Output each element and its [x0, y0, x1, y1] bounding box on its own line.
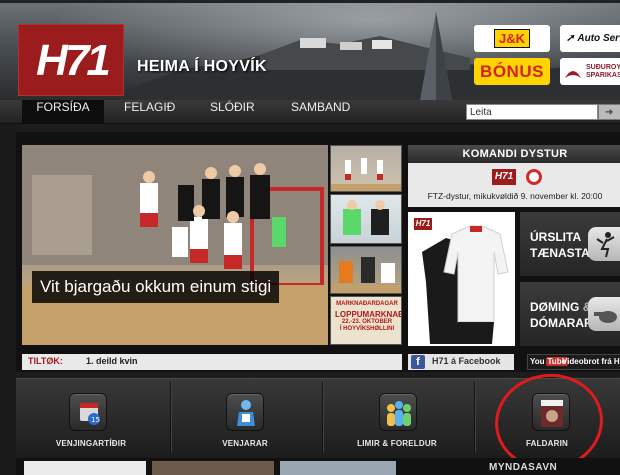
- match-teams: H71: [492, 169, 552, 187]
- whistle-icon: [588, 297, 620, 331]
- svg-text:15: 15: [91, 416, 100, 424]
- facebook-link[interactable]: f H71 á Facebook: [408, 354, 514, 370]
- photo-gallery-heading[interactable]: MYNDASAVN: [489, 462, 557, 473]
- quicklink-label: VENJINGARTÍÐIR: [55, 439, 127, 448]
- ad-line-2: LOPPUMARKNAÐUR: [335, 310, 401, 319]
- sponsor-spar-line1: SUÐUROYA: [586, 63, 620, 71]
- facebook-icon: f: [411, 355, 425, 369]
- match-info: FTZ-dystur, mikukvøldið 9. november kl. …: [427, 191, 603, 201]
- nav-item-samband[interactable]: SAMBAND: [291, 100, 350, 124]
- site-title: HEIMA Í HOYVÍK: [137, 58, 267, 75]
- results-service-panel[interactable]: ÚRSLITA TÆNASTAN: [520, 212, 620, 276]
- quicklink-venjarar[interactable]: VENJARAR: [170, 378, 322, 456]
- handball-player-icon: [588, 227, 620, 261]
- news-ticker: TILTØK: 1. deild kvin: [22, 354, 402, 370]
- featured-slideshow[interactable]: Vit bjargaðu okkum einum stigi: [22, 145, 328, 345]
- slide-caption[interactable]: Vit bjargaðu okkum einum stigi: [32, 271, 280, 303]
- facebook-label: H71 á Facebook: [432, 356, 501, 366]
- site-logo[interactable]: H71: [18, 24, 124, 96]
- ticker-label: TILTØK:: [28, 356, 63, 366]
- sponsor-auto-text: Auto Servic: [577, 33, 620, 44]
- refereeing-line-2: DÓMARAR: [530, 316, 593, 330]
- tracksuit-image: [422, 225, 509, 344]
- bottom-thumbnail-1[interactable]: [24, 461, 146, 475]
- youtube-link[interactable]: You Tube Videobrot frá H7: [527, 354, 620, 370]
- site-header: H71 HEIMA Í HOYVÍK J&K ➚ Auto Servic BÓN…: [0, 0, 620, 100]
- search-button[interactable]: ➜: [598, 104, 620, 120]
- handball-photo: [22, 145, 328, 345]
- youtube-label: Videobrot frá H7: [562, 357, 620, 366]
- sponsor-bonus-text: BÓNUS: [480, 61, 544, 81]
- members-icon: [379, 393, 417, 431]
- sparikassi-mark-icon: [564, 64, 582, 80]
- slideshow-thumbnail-4[interactable]: MARKNAÐARDAGAR LOPPUMARKNAÐUR 22.-23. OK…: [330, 296, 402, 345]
- ad-line-3: 22.-23. OKTOBER: [341, 319, 393, 325]
- away-team-badge-icon: [526, 169, 542, 185]
- kit-badge: H71: [414, 218, 432, 230]
- ticker-text[interactable]: 1. deild kvin: [86, 356, 138, 366]
- results-line-1: ÚRSLITA: [530, 230, 582, 244]
- slideshow-thumbnail-1[interactable]: [330, 145, 402, 192]
- nav-item-slodir[interactable]: SLÓÐIR: [210, 100, 255, 124]
- quicklink-limir-foreldur[interactable]: LIMIR & FORELDUR: [322, 378, 474, 456]
- upcoming-match-title: KOMANDI DYSTUR: [408, 145, 620, 163]
- logo-text: H71: [36, 36, 111, 85]
- quicklink-label: VENJARAR: [222, 439, 268, 448]
- slideshow-thumbnail-3[interactable]: [330, 246, 402, 294]
- slideshow-thumbnail-2[interactable]: [330, 194, 402, 244]
- coach-icon: [226, 393, 264, 431]
- upcoming-match-box[interactable]: KOMANDI DYSTUR H71 FTZ-dystur, mikukvøld…: [408, 145, 620, 207]
- sponsor-jk-text: J&K: [493, 29, 530, 48]
- arrow-right-icon: ➜: [605, 107, 614, 118]
- ad-line-1: MARKNAÐARDAGAR: [336, 301, 398, 307]
- quicklink-venjingartidir[interactable]: 15 VENJINGARTÍÐIR: [16, 378, 170, 456]
- refereeing-panel[interactable]: DØMING & DÓMARAR: [520, 282, 620, 346]
- sponsor-jk-logo[interactable]: J&K: [474, 25, 550, 52]
- calendar-icon: 15: [69, 393, 107, 431]
- quicklink-label: LIMIR & FORELDUR: [357, 439, 437, 448]
- youtube-you: You: [530, 357, 545, 366]
- ad-line-4: Í HOYVÍKSHØLLINI: [339, 326, 395, 332]
- left-edge: [0, 124, 16, 475]
- swoosh-icon: ➚: [566, 33, 575, 44]
- bottom-thumbnail-3[interactable]: [280, 461, 396, 475]
- refereeing-line-1: DØMING &: [530, 300, 591, 314]
- nav-item-felagid[interactable]: FELAGIÐ: [124, 100, 175, 124]
- search-input[interactable]: [466, 104, 598, 120]
- home-team-badge: H71: [492, 169, 516, 185]
- bottom-thumbnail-2[interactable]: [152, 461, 274, 475]
- refereeing-word: DØMING: [530, 300, 580, 314]
- sponsor-sparikassi-logo[interactable]: SUÐUROYA SPARIKAS: [560, 58, 620, 85]
- sponsor-auto-servic-logo[interactable]: ➚ Auto Servic: [560, 25, 620, 52]
- sponsor-spar-line2: SPARIKAS: [586, 71, 620, 79]
- nav-item-forsida[interactable]: FORSÍÐA: [22, 100, 104, 124]
- team-kit-promo[interactable]: H71: [408, 212, 515, 346]
- sponsor-bonus-logo[interactable]: BÓNUS: [474, 58, 550, 85]
